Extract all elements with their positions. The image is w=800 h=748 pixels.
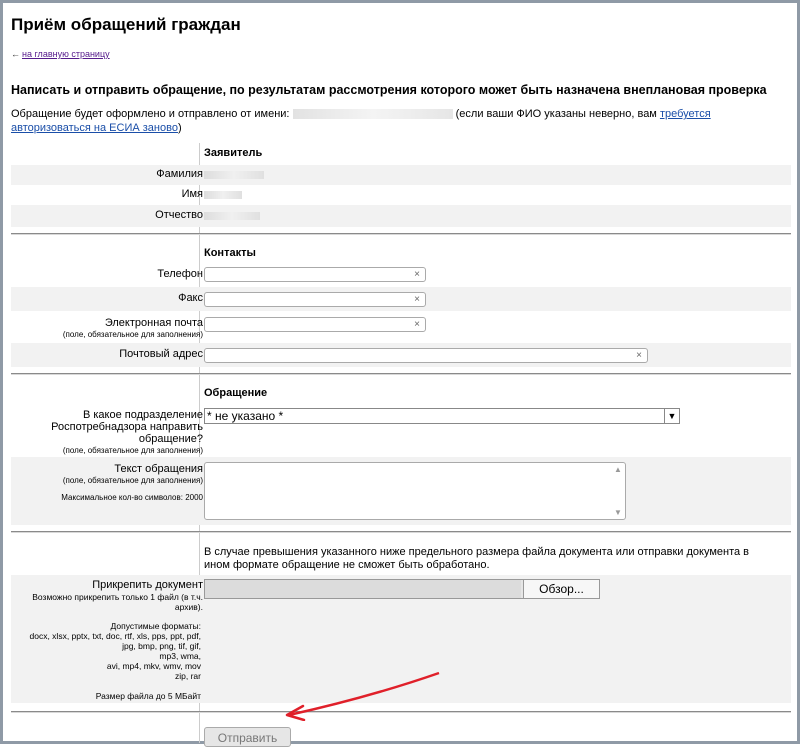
red-arrow-annotation bbox=[285, 671, 440, 721]
section-contacts: Контакты bbox=[204, 247, 256, 259]
appeal-textarea[interactable]: ▲ ▼ bbox=[204, 462, 626, 520]
size-limit: Размер файла до 5 МБайт bbox=[95, 691, 201, 701]
back-link-row: ← на главную страницу bbox=[11, 49, 110, 59]
intro-suffix: ) bbox=[177, 122, 182, 134]
divider bbox=[11, 373, 791, 375]
row-fax: Факс × bbox=[11, 287, 791, 311]
row-email: Электронная почта (поле, обязательное для… bbox=[11, 311, 791, 343]
row-name: Имя bbox=[11, 185, 791, 205]
scroll-up-icon[interactable]: ▲ bbox=[611, 465, 625, 474]
divider bbox=[11, 531, 791, 533]
email-label: Электронная почта (поле, обязательное для… bbox=[62, 317, 203, 339]
redacted-surname bbox=[204, 171, 264, 180]
section-applicant: Заявитель bbox=[204, 147, 263, 159]
required-note: (поле, обязательное для заполнения) bbox=[62, 446, 203, 455]
chevron-down-icon[interactable]: ▼ bbox=[664, 409, 679, 423]
row-address: Почтовый адрес × bbox=[11, 343, 791, 367]
clear-icon[interactable]: × bbox=[414, 293, 420, 307]
row-department: В какое подразделение Роспотребнадзора н… bbox=[11, 403, 791, 457]
required-note: (поле, обязательное для заполнения) bbox=[62, 330, 203, 339]
redacted-name-value bbox=[204, 191, 242, 200]
name-label: Имя bbox=[181, 188, 203, 200]
appeal-form: Заявитель Фамилия Имя Отчество Контакты … bbox=[11, 139, 791, 747]
department-select[interactable]: * не указано * ▼ bbox=[204, 408, 680, 424]
department-label: В какое подразделение Роспотребнадзора н… bbox=[33, 409, 203, 455]
section-appeal: Обращение bbox=[204, 387, 268, 399]
row-phone: Телефон × bbox=[11, 263, 791, 287]
row-surname: Фамилия bbox=[11, 165, 791, 185]
phone-input[interactable]: × bbox=[204, 267, 426, 282]
appeal-text-label: Текст обращения (поле, обязательное для … bbox=[23, 463, 203, 502]
attach-label: Прикрепить документ Возможно прикрепить … bbox=[17, 579, 203, 612]
arrow-left-icon: ← bbox=[11, 49, 20, 59]
intro-prefix: Обращение будет оформлено и отправлено о… bbox=[11, 108, 290, 120]
browse-button[interactable]: Обзор... bbox=[523, 580, 599, 598]
file-path-field[interactable] bbox=[205, 580, 521, 598]
intro-mid: (если ваши ФИО указаны неверно, вам bbox=[455, 108, 657, 120]
clear-icon[interactable]: × bbox=[636, 349, 642, 363]
page-title: Приём обращений граждан bbox=[11, 15, 241, 34]
divider bbox=[11, 233, 791, 235]
redacted-name bbox=[292, 109, 453, 120]
row-appeal-text: Текст обращения (поле, обязательное для … bbox=[11, 457, 791, 525]
attach-note: Возможно прикрепить только 1 файл (в т.ч… bbox=[32, 592, 203, 612]
submit-button[interactable]: Отправить bbox=[204, 727, 291, 747]
patronymic-label: Отчество bbox=[155, 209, 203, 221]
surname-label: Фамилия bbox=[156, 168, 203, 180]
form-heading: Написать и отправить обращение, по резул… bbox=[11, 83, 767, 97]
address-label: Почтовый адрес bbox=[119, 348, 203, 360]
email-input[interactable]: × bbox=[204, 317, 426, 332]
allowed-formats: Допустимые форматы: docx, xlsx, pptx, tx… bbox=[29, 621, 202, 681]
intro-text: Обращение будет оформлено и отправлено о… bbox=[11, 107, 791, 135]
scrollbar[interactable]: ▲ ▼ bbox=[611, 463, 625, 519]
clear-icon[interactable]: × bbox=[414, 318, 420, 332]
max-chars-note: Максимальное кол-во символов: 2000 bbox=[61, 493, 203, 502]
row-patronymic: Отчество bbox=[11, 205, 791, 227]
redacted-patronymic bbox=[204, 212, 260, 221]
file-input[interactable]: Обзор... bbox=[204, 579, 600, 599]
required-note: (поле, обязательное для заполнения) bbox=[62, 476, 203, 485]
department-selected-value: * не указано * bbox=[207, 409, 284, 423]
fax-label: Факс bbox=[178, 292, 203, 304]
scroll-down-icon[interactable]: ▼ bbox=[611, 508, 625, 517]
clear-icon[interactable]: × bbox=[414, 268, 420, 282]
attachment-warning: В случае превышения указанного ниже пред… bbox=[204, 546, 750, 571]
phone-label: Телефон bbox=[157, 268, 203, 280]
fax-input[interactable]: × bbox=[204, 292, 426, 307]
home-link[interactable]: на главную страницу bbox=[22, 49, 110, 59]
address-input[interactable]: × bbox=[204, 348, 648, 363]
